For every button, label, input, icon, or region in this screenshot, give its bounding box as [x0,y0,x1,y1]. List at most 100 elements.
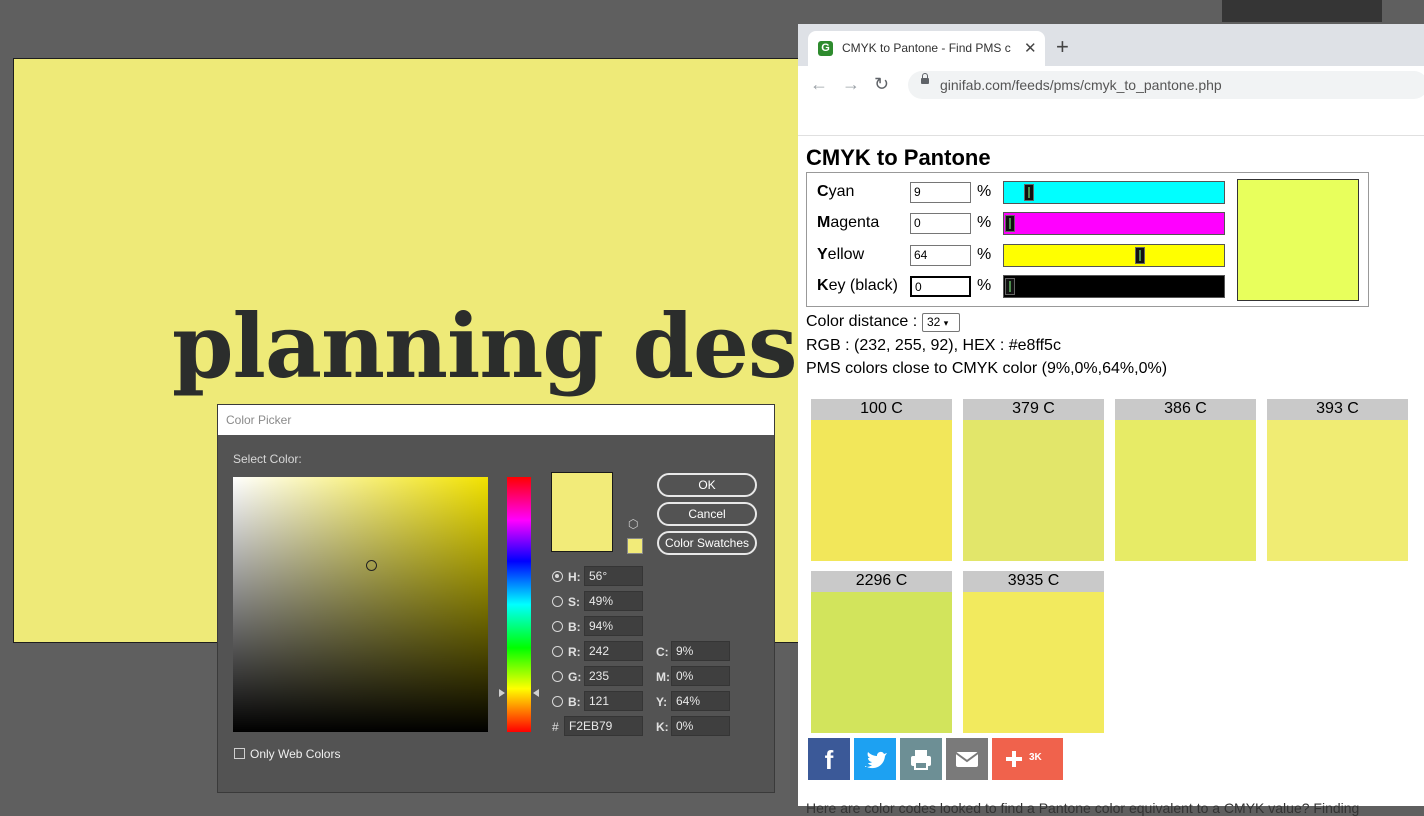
pms-name: 100 C [811,399,952,420]
result-color-swatch [1237,179,1359,301]
color-picker-titlebar[interactable]: Color Picker [218,405,774,435]
hue-label: H: [568,570,581,584]
url-text[interactable]: ginifab.com/feeds/pms/cmyk_to_pantone.ph… [940,77,1222,93]
green-field[interactable]: 235 [584,666,643,686]
cyan-slider[interactable] [1003,181,1225,204]
facebook-share-button[interactable]: f [808,738,850,780]
saturation-label: S: [568,595,580,609]
color-distance-select[interactable]: 32 ▾ [922,313,960,332]
toolbar-divider [798,135,1424,136]
black-label: K: [656,720,669,734]
magenta-slider-thumb[interactable] [1005,215,1015,232]
browser-window: G CMYK to Pantone - Find PMS c ✕ + ← → ↻… [798,24,1424,816]
printer-icon [911,750,931,770]
red-radio[interactable] [552,646,563,657]
key-percent: % [977,277,992,294]
tab-close-icon[interactable]: ✕ [1024,39,1037,57]
hue-radio[interactable] [552,571,563,582]
pms-swatch [963,592,1104,733]
magenta-field[interactable]: 0% [671,666,730,686]
color-distance-value: 32 [927,315,941,329]
lock-icon[interactable] [921,73,929,84]
blue-field[interactable]: 121 [584,691,643,711]
envelope-icon [955,752,979,767]
key-slider[interactable] [1003,275,1225,298]
blue-radio[interactable] [552,696,563,707]
twitter-bird-icon [865,751,887,769]
saturation-field[interactable]: 49% [584,591,643,611]
cyan-slider-thumb[interactable] [1024,184,1034,201]
more-share-button[interactable]: 3K [992,738,1063,780]
pms-card[interactable]: 2296 C [811,571,952,733]
share-count: 3K [1029,752,1042,763]
yellow-slider[interactable] [1003,244,1225,267]
pms-card[interactable]: 393 C [1267,399,1408,561]
hex-label: # [552,720,559,734]
twitter-share-button[interactable] [854,738,896,780]
cancel-button[interactable]: Cancel [657,502,757,526]
hue-slider[interactable] [507,477,531,732]
green-radio[interactable] [552,671,563,682]
tab-cmyk-to-pantone[interactable]: G CMYK to Pantone - Find PMS c ✕ [808,31,1045,66]
address-bar[interactable]: ginifab.com/feeds/pms/cmyk_to_pantone.ph… [908,71,1424,99]
yellow-input[interactable]: 64 [910,245,971,266]
hue-slider-right-arrow-icon[interactable] [533,689,539,697]
page-intro-text: Here are color codes looked to find a Pa… [806,800,1360,816]
web-safe-color-swatch[interactable] [627,538,643,554]
forward-arrow-icon[interactable]: → [842,75,860,93]
only-web-colors-checkbox[interactable] [234,748,245,759]
cyan-percent: % [977,183,992,200]
pms-name: 2296 C [811,571,952,592]
key-input[interactable]: 0 [910,276,971,297]
pms-name: 3935 C [963,571,1104,592]
color-picker-dialog: Color Picker Select Color: ⬡ OK Cancel C… [218,405,774,792]
back-arrow-icon[interactable]: ← [810,75,828,93]
plus-icon [1006,751,1022,767]
svg-text:f: f [825,745,834,775]
pms-swatch [963,420,1104,561]
yellow-slider-thumb[interactable] [1135,247,1145,264]
color-swatches-button[interactable]: Color Swatches [657,531,757,555]
out-of-web-gamut-cube-icon[interactable]: ⬡ [628,518,640,530]
brightness-radio[interactable] [552,621,563,632]
saturation-brightness-field[interactable] [233,477,488,732]
hue-field[interactable]: 56° [584,566,643,586]
green-label: G: [568,670,582,684]
key-slider-thumb[interactable] [1005,278,1015,295]
pms-card[interactable]: 379 C [963,399,1104,561]
print-button[interactable] [900,738,942,780]
cyan-input[interactable]: 9 [910,182,971,203]
ok-button[interactable]: OK [657,473,757,497]
reload-icon[interactable]: ↻ [874,75,889,93]
pms-swatch [811,592,952,733]
hue-slider-left-arrow-icon[interactable] [499,689,505,697]
artboard-headline[interactable]: planning design [172,294,812,398]
blue-label: B: [568,695,581,709]
yellow-percent: % [977,246,992,263]
cyan-row-label: Cyan [817,183,855,200]
magenta-input[interactable]: 0 [910,213,971,234]
pms-name: 379 C [963,399,1104,420]
new-color-preview [551,472,613,552]
pms-card[interactable]: 100 C [811,399,952,561]
pms-card[interactable]: 3935 C [963,571,1104,733]
pms-name: 386 C [1115,399,1256,420]
brightness-field[interactable]: 94% [584,616,643,636]
email-share-button[interactable] [946,738,988,780]
black-field[interactable]: 0% [671,716,730,736]
new-tab-plus-icon[interactable]: + [1056,36,1069,58]
brightness-label: B: [568,620,581,634]
cyan-field[interactable]: 9% [671,641,730,661]
page-title: CMYK to Pantone [806,145,991,170]
color-distance-label: Color distance : [806,313,918,330]
pms-card[interactable]: 386 C [1115,399,1256,561]
color-field-cursor[interactable] [366,560,377,571]
pms-name: 393 C [1267,399,1408,420]
magenta-percent: % [977,214,992,231]
hex-field[interactable]: F2EB79 [564,716,643,736]
yellow-field[interactable]: 64% [671,691,730,711]
saturation-radio[interactable] [552,596,563,607]
top-panel-strip [1222,0,1382,22]
red-field[interactable]: 242 [584,641,643,661]
magenta-slider[interactable] [1003,212,1225,235]
